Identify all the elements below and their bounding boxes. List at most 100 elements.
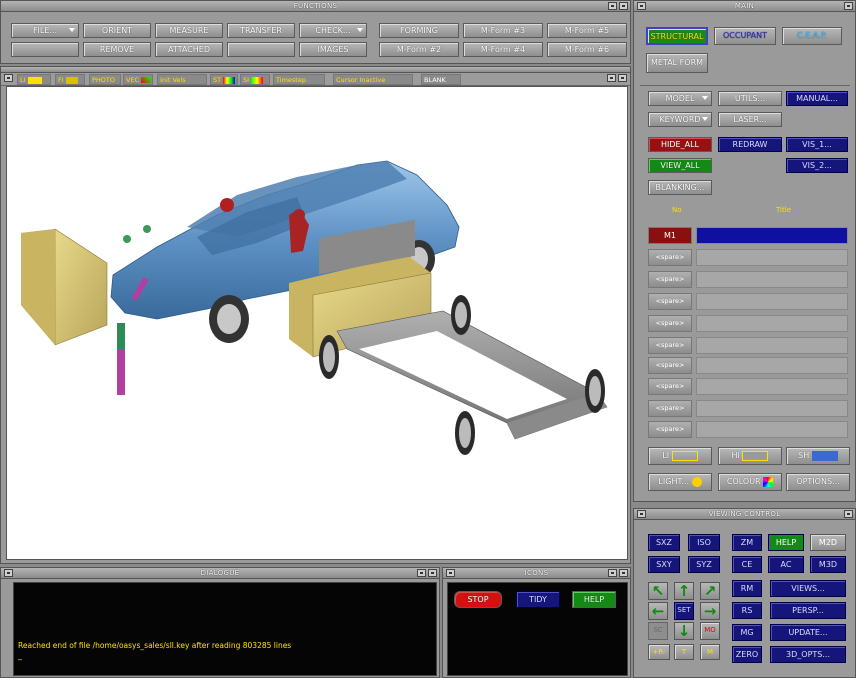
remove-button[interactable]: REMOVE (83, 42, 151, 57)
command-prompt[interactable]: _ (18, 651, 22, 660)
model-no-cell[interactable]: <spare> (648, 357, 692, 374)
blanking-button[interactable]: BLANKING... (648, 180, 712, 195)
hidden-render-button[interactable]: HI (718, 447, 782, 465)
model-no-cell[interactable]: <spare> (648, 293, 692, 310)
fill-tool[interactable]: FI (55, 74, 85, 85)
model-title-cell[interactable] (696, 337, 848, 354)
st-tool[interactable]: ST (210, 74, 238, 85)
update-button[interactable]: UPDATE... (770, 624, 846, 641)
pan-up-right-arrow-icon[interactable]: ↗ (700, 582, 720, 600)
m-form-5-button[interactable]: M-Form #5 (547, 23, 627, 38)
model-title-cell[interactable] (696, 249, 848, 266)
pan-left-arrow-icon[interactable]: ← (648, 602, 668, 620)
rotate-button[interactable]: +R- (648, 644, 670, 660)
forming-button[interactable]: FORMING (379, 23, 459, 38)
ceap-mode-button[interactable]: C.E.A.P. (782, 27, 842, 45)
m3d-button[interactable]: M3D (810, 556, 846, 573)
maximize-button[interactable] (428, 569, 437, 577)
translate-button[interactable]: T (674, 644, 694, 660)
stop-button[interactable]: STOP (454, 591, 502, 608)
help-button[interactable]: HELP (768, 534, 804, 551)
model-no-cell[interactable]: <spare> (648, 315, 692, 332)
mo-button[interactable]: MO (700, 622, 720, 640)
minimize-button[interactable] (607, 74, 616, 82)
colour-button[interactable]: COLOUR (718, 473, 782, 491)
keyword-button[interactable]: KEYWORD (648, 112, 712, 127)
model-viewport[interactable] (6, 86, 628, 560)
manual-button[interactable]: MANUAL... (786, 91, 848, 106)
minimize-button[interactable] (608, 569, 617, 577)
maximize-button[interactable] (618, 74, 627, 82)
rs-button[interactable]: RS (732, 602, 762, 619)
redraw-button[interactable]: REDRAW (718, 137, 782, 152)
m-form-4-button[interactable]: M-Form #4 (463, 42, 543, 57)
rm-button[interactable]: RM (732, 580, 762, 597)
model-no-cell[interactable]: <spare> (648, 249, 692, 266)
model-title-cell[interactable] (696, 271, 848, 288)
view-syz-button[interactable]: SYZ (688, 556, 720, 573)
maximize-button[interactable] (619, 569, 628, 577)
model-no-cell[interactable]: <spare> (648, 337, 692, 354)
cursor-tool[interactable]: Cursor Inactive (333, 74, 413, 85)
attached-button[interactable]: ATTACHED (155, 42, 223, 57)
empty-button[interactable] (11, 42, 79, 57)
sc-button[interactable]: SC (648, 622, 668, 640)
occupant-mode-button[interactable]: OCCUPANT (714, 27, 776, 45)
structural-mode-button[interactable]: STRUCTURAL (646, 27, 708, 45)
timestep-tool[interactable]: Timestep (273, 74, 325, 85)
pan-up-left-arrow-icon[interactable]: ↖ (648, 582, 668, 600)
init-vels-tool[interactable]: Init Vels (157, 74, 207, 85)
minimize-button[interactable] (844, 510, 853, 518)
model-title-cell[interactable] (696, 378, 848, 395)
images-button[interactable]: IMAGES (299, 42, 367, 57)
transfer-button[interactable]: TRANSFER (227, 23, 295, 38)
view-sxy-button[interactable]: SXY (648, 556, 680, 573)
lines-render-button[interactable]: LI (648, 447, 712, 465)
maximize-button[interactable] (619, 2, 628, 10)
si-tool[interactable]: SI (240, 74, 270, 85)
hide-all-button[interactable]: HIDE_ALL (648, 137, 712, 152)
light-button[interactable]: LIGHT... (648, 473, 712, 491)
utils-button[interactable]: UTILS... (718, 91, 782, 106)
model-title-cell[interactable] (696, 315, 848, 332)
pan-up-arrow-icon[interactable]: ↑ (674, 582, 694, 600)
vec-tool[interactable]: VEC (123, 74, 153, 85)
view-iso-button[interactable]: ISO (688, 534, 720, 551)
m-form-6-button[interactable]: M-Form #6 (547, 42, 627, 57)
mg-button[interactable]: MG (732, 624, 762, 641)
pan-down-arrow-icon[interactable]: ↓ (674, 622, 694, 640)
set-button[interactable]: SET (674, 602, 694, 620)
file-button[interactable]: FILE... (11, 23, 79, 38)
persp-button[interactable]: PERSP... (770, 602, 846, 619)
views-button[interactable]: VIEWS... (770, 580, 846, 597)
pan-right-arrow-icon[interactable]: → (700, 602, 720, 620)
model-title-cell[interactable] (696, 357, 848, 374)
tidy-button[interactable]: TIDY (516, 591, 560, 608)
m-form-3-button[interactable]: M-Form #3 (463, 23, 543, 38)
options-button[interactable]: OPTIONS... (786, 473, 850, 491)
blank-tool[interactable]: BLANK (421, 74, 461, 85)
metal-form-mode-button[interactable]: METAL FORM (646, 53, 708, 73)
laser-button[interactable]: LASER... (718, 112, 782, 127)
help-button[interactable]: HELP (572, 591, 616, 608)
check-button[interactable]: CHECK... (299, 23, 367, 38)
model-no-cell[interactable]: <spare> (648, 378, 692, 395)
model-no-cell[interactable]: <spare> (648, 400, 692, 417)
minimize-button[interactable] (417, 569, 426, 577)
measure-button[interactable]: MEASURE (155, 23, 223, 38)
3d-opts-button[interactable]: 3D_OPTS... (770, 646, 846, 663)
orient-button[interactable]: ORIENT (83, 23, 151, 38)
model-title-cell[interactable] (696, 400, 848, 417)
lines-tool[interactable]: LI (17, 74, 51, 85)
model-title-cell[interactable] (696, 293, 848, 310)
photo-tool[interactable]: PHOTO (89, 74, 121, 85)
model-title-cell[interactable] (696, 421, 848, 438)
vis-1-button[interactable]: VIS_1... (786, 137, 848, 152)
minimize-button[interactable] (844, 2, 853, 10)
model-no-cell[interactable]: <spare> (648, 421, 692, 438)
zoom-button[interactable]: ZM (732, 534, 762, 551)
zero-button[interactable]: ZERO (732, 646, 762, 663)
vis-2-button[interactable]: VIS_2... (786, 158, 848, 173)
m2d-button[interactable]: M2D (810, 534, 846, 551)
model-title-cell[interactable] (696, 227, 848, 244)
